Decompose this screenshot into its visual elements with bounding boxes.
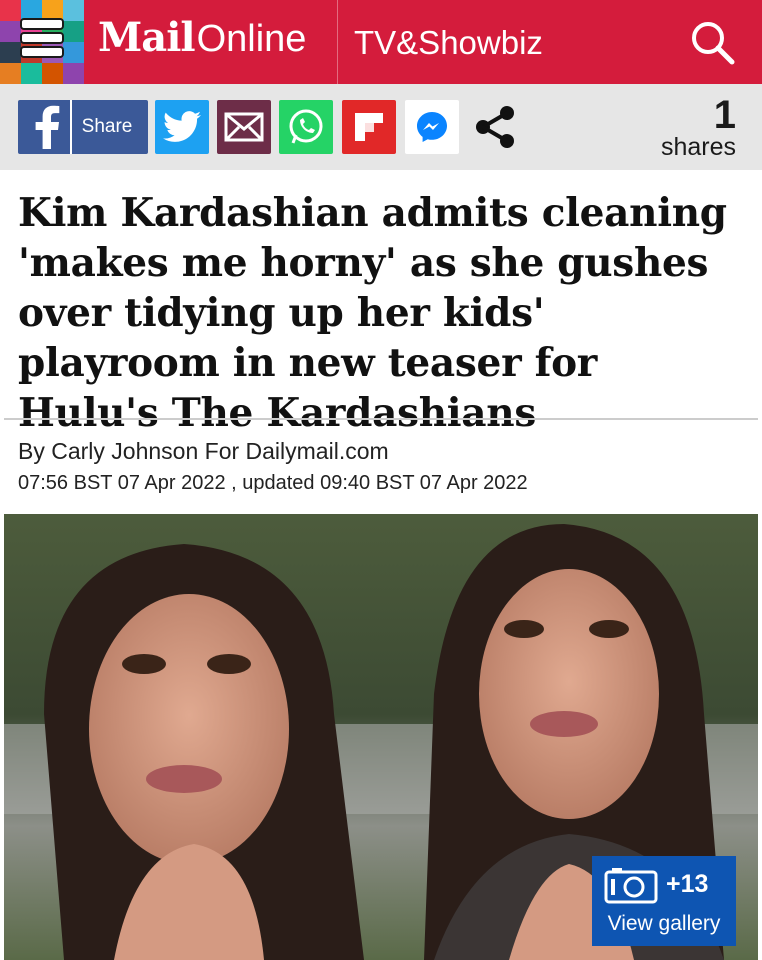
view-gallery-button[interactable]: +13 View gallery xyxy=(592,856,736,946)
twitter-icon xyxy=(163,111,201,142)
email-icon xyxy=(224,112,264,142)
site-header: Mail Online TV&Showbiz xyxy=(0,0,762,84)
flipboard-share-button[interactable] xyxy=(342,100,396,154)
article-byline[interactable]: By Carly Johnson For Dailymail.com xyxy=(18,438,389,465)
article-dates: 07:56 BST 07 Apr 2022 , updated 09:40 BS… xyxy=(18,472,528,494)
headline-divider xyxy=(4,418,758,420)
whatsapp-share-button[interactable] xyxy=(279,100,333,154)
twitter-share-button[interactable] xyxy=(155,100,209,154)
section-link[interactable]: TV&Showbiz xyxy=(354,24,543,62)
more-share-button[interactable] xyxy=(468,100,522,154)
share-count-number: 1 xyxy=(713,93,736,137)
gallery-count: +13 xyxy=(666,870,709,898)
article-headline: Kim Kardashian admits cleaning 'makes me… xyxy=(18,190,727,436)
facebook-icon xyxy=(24,100,72,154)
email-share-button[interactable] xyxy=(217,100,271,154)
menu-button[interactable] xyxy=(0,0,84,84)
facebook-share-label: Share xyxy=(81,116,133,137)
messenger-share-button[interactable] xyxy=(405,100,459,154)
search-button[interactable] xyxy=(688,18,738,68)
logo-mail-text: Mail xyxy=(98,14,196,61)
share-bar: Share xyxy=(0,84,762,170)
flipboard-icon xyxy=(355,113,383,141)
messenger-icon xyxy=(417,112,447,142)
hamburger-icon xyxy=(22,20,62,64)
logo-online-text: Online xyxy=(196,18,307,60)
share-count: 1 shares xyxy=(660,93,736,161)
share-icon xyxy=(476,106,514,148)
gallery-label: View gallery xyxy=(607,912,721,935)
share-count-label: shares xyxy=(660,133,736,161)
whatsapp-icon xyxy=(289,109,323,144)
site-logo[interactable]: Mail Online xyxy=(98,14,306,70)
camera-icon xyxy=(604,868,658,904)
facebook-share-button[interactable]: Share xyxy=(18,100,148,154)
header-divider xyxy=(337,0,338,84)
search-icon xyxy=(692,22,735,65)
